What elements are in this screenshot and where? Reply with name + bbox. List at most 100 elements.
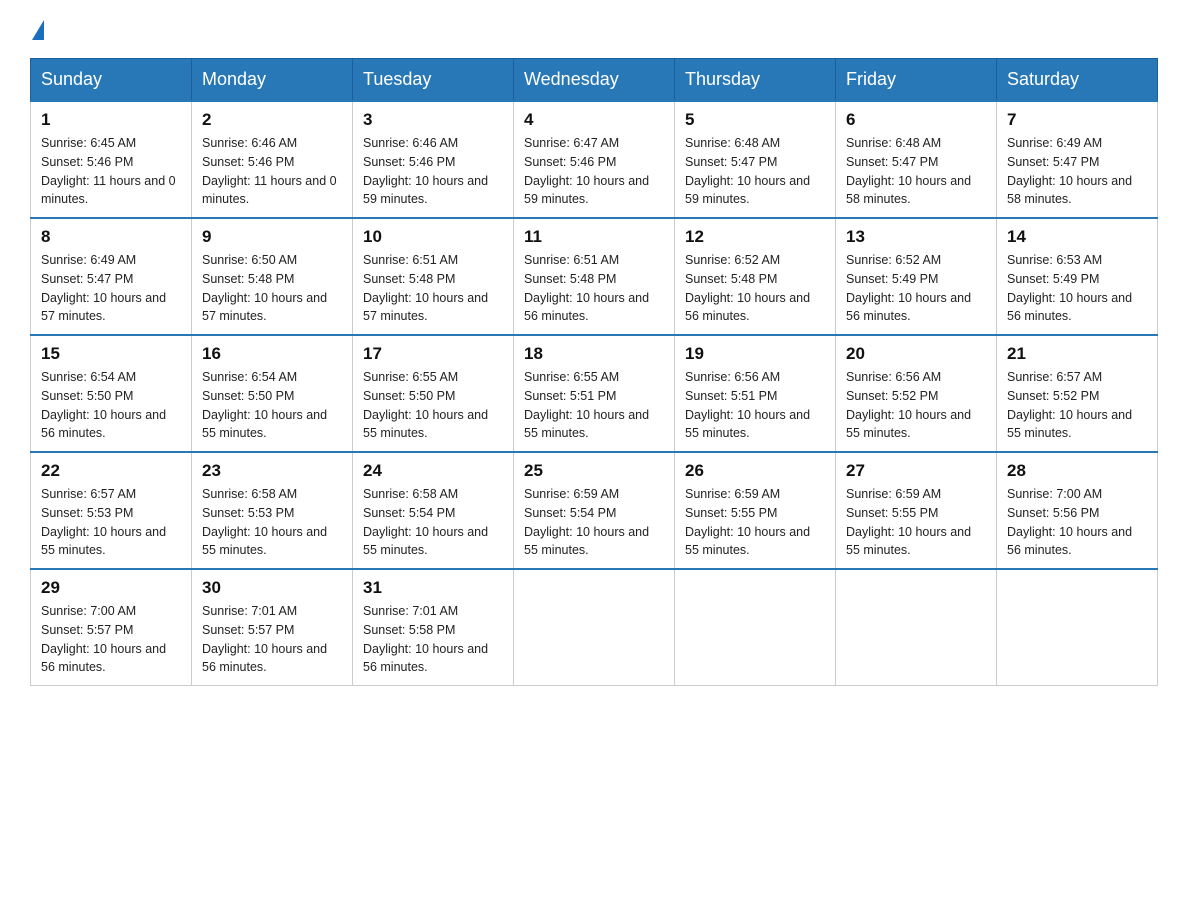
day-number: 13 bbox=[846, 227, 986, 247]
day-number: 27 bbox=[846, 461, 986, 481]
column-header-saturday: Saturday bbox=[997, 59, 1158, 102]
calendar-week-4: 22 Sunrise: 6:57 AM Sunset: 5:53 PM Dayl… bbox=[31, 452, 1158, 569]
calendar-cell: 12 Sunrise: 6:52 AM Sunset: 5:48 PM Dayl… bbox=[675, 218, 836, 335]
day-info: Sunrise: 6:59 AM Sunset: 5:55 PM Dayligh… bbox=[846, 485, 986, 560]
day-number: 19 bbox=[685, 344, 825, 364]
calendar-cell: 22 Sunrise: 6:57 AM Sunset: 5:53 PM Dayl… bbox=[31, 452, 192, 569]
logo bbox=[30, 20, 46, 40]
day-number: 17 bbox=[363, 344, 503, 364]
day-info: Sunrise: 6:54 AM Sunset: 5:50 PM Dayligh… bbox=[202, 368, 342, 443]
day-info: Sunrise: 6:56 AM Sunset: 5:52 PM Dayligh… bbox=[846, 368, 986, 443]
calendar-cell: 8 Sunrise: 6:49 AM Sunset: 5:47 PM Dayli… bbox=[31, 218, 192, 335]
day-number: 31 bbox=[363, 578, 503, 598]
column-header-monday: Monday bbox=[192, 59, 353, 102]
calendar-week-3: 15 Sunrise: 6:54 AM Sunset: 5:50 PM Dayl… bbox=[31, 335, 1158, 452]
calendar-cell: 1 Sunrise: 6:45 AM Sunset: 5:46 PM Dayli… bbox=[31, 101, 192, 218]
calendar-cell: 19 Sunrise: 6:56 AM Sunset: 5:51 PM Dayl… bbox=[675, 335, 836, 452]
day-number: 22 bbox=[41, 461, 181, 481]
calendar-cell: 10 Sunrise: 6:51 AM Sunset: 5:48 PM Dayl… bbox=[353, 218, 514, 335]
day-number: 26 bbox=[685, 461, 825, 481]
day-info: Sunrise: 6:56 AM Sunset: 5:51 PM Dayligh… bbox=[685, 368, 825, 443]
calendar-cell: 23 Sunrise: 6:58 AM Sunset: 5:53 PM Dayl… bbox=[192, 452, 353, 569]
calendar-cell: 18 Sunrise: 6:55 AM Sunset: 5:51 PM Dayl… bbox=[514, 335, 675, 452]
calendar-week-2: 8 Sunrise: 6:49 AM Sunset: 5:47 PM Dayli… bbox=[31, 218, 1158, 335]
calendar-cell: 14 Sunrise: 6:53 AM Sunset: 5:49 PM Dayl… bbox=[997, 218, 1158, 335]
column-header-sunday: Sunday bbox=[31, 59, 192, 102]
column-header-wednesday: Wednesday bbox=[514, 59, 675, 102]
calendar-cell bbox=[836, 569, 997, 686]
calendar-cell: 29 Sunrise: 7:00 AM Sunset: 5:57 PM Dayl… bbox=[31, 569, 192, 686]
calendar-cell: 30 Sunrise: 7:01 AM Sunset: 5:57 PM Dayl… bbox=[192, 569, 353, 686]
calendar-cell: 21 Sunrise: 6:57 AM Sunset: 5:52 PM Dayl… bbox=[997, 335, 1158, 452]
column-header-tuesday: Tuesday bbox=[353, 59, 514, 102]
calendar-cell: 25 Sunrise: 6:59 AM Sunset: 5:54 PM Dayl… bbox=[514, 452, 675, 569]
day-info: Sunrise: 6:49 AM Sunset: 5:47 PM Dayligh… bbox=[1007, 134, 1147, 209]
calendar-cell: 16 Sunrise: 6:54 AM Sunset: 5:50 PM Dayl… bbox=[192, 335, 353, 452]
calendar-cell: 26 Sunrise: 6:59 AM Sunset: 5:55 PM Dayl… bbox=[675, 452, 836, 569]
day-number: 23 bbox=[202, 461, 342, 481]
logo-triangle-icon bbox=[32, 20, 44, 40]
calendar-cell: 7 Sunrise: 6:49 AM Sunset: 5:47 PM Dayli… bbox=[997, 101, 1158, 218]
day-number: 20 bbox=[846, 344, 986, 364]
day-number: 29 bbox=[41, 578, 181, 598]
day-number: 10 bbox=[363, 227, 503, 247]
calendar-cell bbox=[675, 569, 836, 686]
day-info: Sunrise: 6:51 AM Sunset: 5:48 PM Dayligh… bbox=[363, 251, 503, 326]
calendar-cell: 28 Sunrise: 7:00 AM Sunset: 5:56 PM Dayl… bbox=[997, 452, 1158, 569]
day-info: Sunrise: 6:59 AM Sunset: 5:54 PM Dayligh… bbox=[524, 485, 664, 560]
calendar-cell: 15 Sunrise: 6:54 AM Sunset: 5:50 PM Dayl… bbox=[31, 335, 192, 452]
calendar-cell: 20 Sunrise: 6:56 AM Sunset: 5:52 PM Dayl… bbox=[836, 335, 997, 452]
calendar-cell: 5 Sunrise: 6:48 AM Sunset: 5:47 PM Dayli… bbox=[675, 101, 836, 218]
day-info: Sunrise: 6:48 AM Sunset: 5:47 PM Dayligh… bbox=[846, 134, 986, 209]
calendar-week-5: 29 Sunrise: 7:00 AM Sunset: 5:57 PM Dayl… bbox=[31, 569, 1158, 686]
day-info: Sunrise: 6:46 AM Sunset: 5:46 PM Dayligh… bbox=[202, 134, 342, 209]
day-number: 21 bbox=[1007, 344, 1147, 364]
day-info: Sunrise: 6:50 AM Sunset: 5:48 PM Dayligh… bbox=[202, 251, 342, 326]
day-number: 1 bbox=[41, 110, 181, 130]
day-number: 8 bbox=[41, 227, 181, 247]
day-number: 15 bbox=[41, 344, 181, 364]
day-number: 18 bbox=[524, 344, 664, 364]
page-header bbox=[30, 20, 1158, 40]
day-info: Sunrise: 7:01 AM Sunset: 5:57 PM Dayligh… bbox=[202, 602, 342, 677]
day-info: Sunrise: 6:59 AM Sunset: 5:55 PM Dayligh… bbox=[685, 485, 825, 560]
day-info: Sunrise: 6:52 AM Sunset: 5:49 PM Dayligh… bbox=[846, 251, 986, 326]
day-info: Sunrise: 6:45 AM Sunset: 5:46 PM Dayligh… bbox=[41, 134, 181, 209]
calendar-cell: 31 Sunrise: 7:01 AM Sunset: 5:58 PM Dayl… bbox=[353, 569, 514, 686]
calendar-cell: 27 Sunrise: 6:59 AM Sunset: 5:55 PM Dayl… bbox=[836, 452, 997, 569]
calendar-week-1: 1 Sunrise: 6:45 AM Sunset: 5:46 PM Dayli… bbox=[31, 101, 1158, 218]
day-info: Sunrise: 6:49 AM Sunset: 5:47 PM Dayligh… bbox=[41, 251, 181, 326]
calendar-cell: 24 Sunrise: 6:58 AM Sunset: 5:54 PM Dayl… bbox=[353, 452, 514, 569]
day-number: 7 bbox=[1007, 110, 1147, 130]
calendar-cell: 17 Sunrise: 6:55 AM Sunset: 5:50 PM Dayl… bbox=[353, 335, 514, 452]
day-number: 30 bbox=[202, 578, 342, 598]
calendar-cell: 2 Sunrise: 6:46 AM Sunset: 5:46 PM Dayli… bbox=[192, 101, 353, 218]
day-info: Sunrise: 6:58 AM Sunset: 5:54 PM Dayligh… bbox=[363, 485, 503, 560]
day-number: 11 bbox=[524, 227, 664, 247]
day-number: 16 bbox=[202, 344, 342, 364]
day-number: 5 bbox=[685, 110, 825, 130]
day-number: 25 bbox=[524, 461, 664, 481]
day-info: Sunrise: 6:54 AM Sunset: 5:50 PM Dayligh… bbox=[41, 368, 181, 443]
calendar-cell: 6 Sunrise: 6:48 AM Sunset: 5:47 PM Dayli… bbox=[836, 101, 997, 218]
day-number: 9 bbox=[202, 227, 342, 247]
calendar-cell: 9 Sunrise: 6:50 AM Sunset: 5:48 PM Dayli… bbox=[192, 218, 353, 335]
column-header-thursday: Thursday bbox=[675, 59, 836, 102]
day-number: 28 bbox=[1007, 461, 1147, 481]
calendar-cell: 4 Sunrise: 6:47 AM Sunset: 5:46 PM Dayli… bbox=[514, 101, 675, 218]
calendar-cell bbox=[514, 569, 675, 686]
calendar-cell bbox=[997, 569, 1158, 686]
day-info: Sunrise: 6:55 AM Sunset: 5:50 PM Dayligh… bbox=[363, 368, 503, 443]
day-info: Sunrise: 6:53 AM Sunset: 5:49 PM Dayligh… bbox=[1007, 251, 1147, 326]
day-info: Sunrise: 6:51 AM Sunset: 5:48 PM Dayligh… bbox=[524, 251, 664, 326]
day-info: Sunrise: 6:46 AM Sunset: 5:46 PM Dayligh… bbox=[363, 134, 503, 209]
day-info: Sunrise: 6:57 AM Sunset: 5:52 PM Dayligh… bbox=[1007, 368, 1147, 443]
calendar-table: SundayMondayTuesdayWednesdayThursdayFrid… bbox=[30, 58, 1158, 686]
day-number: 6 bbox=[846, 110, 986, 130]
day-number: 3 bbox=[363, 110, 503, 130]
column-header-friday: Friday bbox=[836, 59, 997, 102]
day-number: 24 bbox=[363, 461, 503, 481]
day-info: Sunrise: 6:58 AM Sunset: 5:53 PM Dayligh… bbox=[202, 485, 342, 560]
day-info: Sunrise: 7:00 AM Sunset: 5:56 PM Dayligh… bbox=[1007, 485, 1147, 560]
calendar-cell: 13 Sunrise: 6:52 AM Sunset: 5:49 PM Dayl… bbox=[836, 218, 997, 335]
